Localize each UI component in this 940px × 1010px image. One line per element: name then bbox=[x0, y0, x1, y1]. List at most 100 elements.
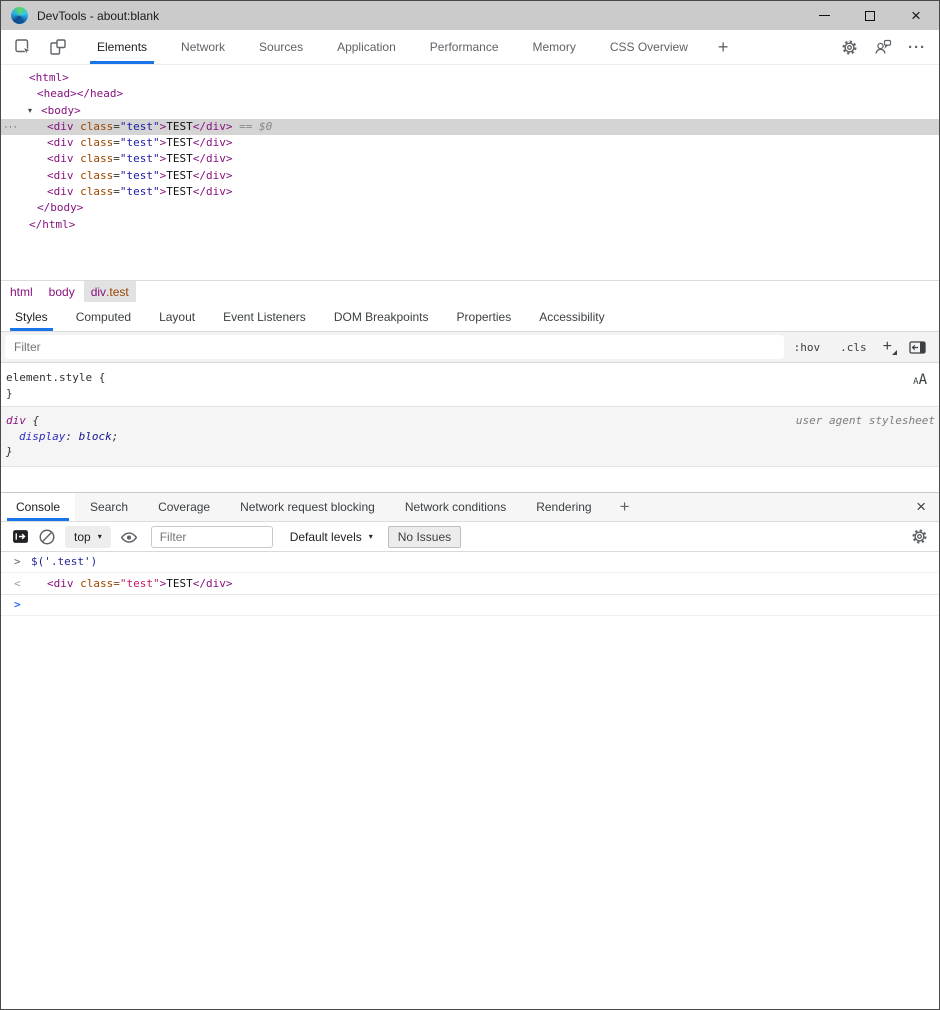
tree-node-div[interactable]: <div class="test">TEST</div> bbox=[1, 168, 939, 184]
console-input-row[interactable]: > bbox=[1, 595, 939, 616]
tab-network-request-blocking[interactable]: Network request blocking bbox=[225, 493, 390, 521]
code-token: { bbox=[92, 371, 105, 384]
inspect-element-icon[interactable] bbox=[14, 38, 32, 56]
tab-rendering[interactable]: Rendering bbox=[521, 493, 606, 521]
code-token: <div bbox=[47, 577, 80, 590]
console-sidebar-toggle-icon[interactable] bbox=[12, 528, 29, 545]
tree-node-html-open[interactable]: <html> bbox=[1, 70, 939, 86]
tree-node-div[interactable]: <div class="test">TEST</div> bbox=[1, 135, 939, 151]
font-icon-letter: A bbox=[919, 372, 927, 388]
console-filter-input[interactable] bbox=[151, 526, 273, 548]
tab-accessibility[interactable]: Accessibility bbox=[525, 302, 618, 331]
toggle-pseudo-classes-button[interactable]: :hov bbox=[794, 341, 821, 354]
code-token: <head></head> bbox=[37, 87, 123, 100]
tab-css-overview[interactable]: CSS Overview bbox=[593, 30, 705, 64]
log-levels-dropdown[interactable]: Default levels▾ bbox=[290, 530, 373, 544]
code-token: <div bbox=[47, 185, 80, 198]
result-element[interactable]: <div class="test">TEST</div> bbox=[47, 577, 233, 590]
console-toolbar: top▾ Default levels▾ No Issues bbox=[1, 522, 939, 552]
code-token: "test" bbox=[120, 169, 160, 182]
devtools-window: DevTools - about:blank × Elements Networ… bbox=[0, 0, 940, 1010]
tab-coverage[interactable]: Coverage bbox=[143, 493, 225, 521]
new-style-rule-button[interactable]: + bbox=[883, 339, 892, 355]
drawer-tabs: Console Search Coverage Network request … bbox=[1, 492, 939, 522]
panel-tabs: Elements Network Sources Application Per… bbox=[80, 30, 741, 64]
css-selector: div bbox=[6, 414, 26, 427]
tree-node-html-close[interactable]: </html> bbox=[1, 217, 939, 233]
code-token: class bbox=[80, 577, 113, 590]
tree-node-head[interactable]: <head></head> bbox=[1, 86, 939, 102]
font-editor-icon[interactable]: AA bbox=[913, 373, 927, 387]
settings-gear-icon[interactable] bbox=[841, 39, 858, 56]
code-token: { bbox=[26, 414, 39, 427]
tab-properties[interactable]: Properties bbox=[443, 302, 526, 331]
close-icon: × bbox=[911, 7, 921, 24]
tab-performance[interactable]: Performance bbox=[413, 30, 516, 64]
close-button[interactable]: × bbox=[893, 1, 939, 30]
tab-elements[interactable]: Elements bbox=[80, 30, 164, 64]
tree-node-div[interactable]: <div class="test">TEST</div> bbox=[1, 151, 939, 167]
console-settings-gear-icon[interactable] bbox=[911, 528, 928, 545]
tab-network-conditions[interactable]: Network conditions bbox=[390, 493, 521, 521]
toggle-computed-sidebar-icon[interactable] bbox=[909, 339, 927, 356]
minimize-button[interactable] bbox=[801, 1, 847, 30]
code-token: } bbox=[6, 387, 13, 400]
console-command-echo[interactable]: >$('.test') bbox=[1, 552, 939, 573]
execution-context-selector[interactable]: top▾ bbox=[65, 526, 111, 548]
tree-node-body-open[interactable]: ▾<body> bbox=[1, 103, 939, 119]
close-drawer-icon[interactable]: × bbox=[903, 493, 939, 521]
tree-node-div-selected[interactable]: ···<div class="test">TEST</div> == $0 bbox=[1, 119, 939, 135]
styles-pane-content: element.style { } AA user agent styleshe… bbox=[1, 363, 939, 492]
more-tabs-button[interactable]: + bbox=[705, 30, 742, 64]
more-drawer-tools-button[interactable]: + bbox=[607, 493, 643, 521]
tab-computed[interactable]: Computed bbox=[62, 302, 145, 331]
tab-console[interactable]: Console bbox=[1, 493, 75, 521]
code-token: class bbox=[80, 120, 113, 133]
levels-label: Default levels bbox=[290, 530, 362, 544]
node-options-icon[interactable]: ··· bbox=[4, 119, 18, 135]
maximize-button[interactable] bbox=[847, 1, 893, 30]
tab-memory[interactable]: Memory bbox=[516, 30, 593, 64]
tree-node-div[interactable]: <div class="test">TEST</div> bbox=[1, 184, 939, 200]
feedback-icon[interactable] bbox=[874, 38, 892, 56]
tab-styles[interactable]: Styles bbox=[1, 302, 62, 331]
element-style-rule[interactable]: element.style { } AA bbox=[1, 363, 939, 406]
tab-sources[interactable]: Sources bbox=[242, 30, 320, 64]
toggle-element-classes-button[interactable]: .cls bbox=[840, 341, 867, 354]
console-empty-area[interactable] bbox=[1, 616, 939, 1010]
code-token: = bbox=[113, 120, 120, 133]
code-token: TEST bbox=[166, 185, 193, 198]
css-value[interactable]: block bbox=[79, 430, 112, 443]
issues-counter-button[interactable]: No Issues bbox=[388, 526, 461, 548]
code-token: "test" bbox=[120, 185, 160, 198]
code-token: class bbox=[80, 152, 113, 165]
code-token: <div bbox=[47, 120, 80, 133]
live-expression-eye-icon[interactable] bbox=[120, 528, 138, 546]
breadcrumb-html[interactable]: html bbox=[3, 281, 40, 302]
css-property[interactable]: display bbox=[19, 430, 65, 443]
toolbar-left-icons bbox=[1, 30, 80, 64]
crumb-class: .test bbox=[106, 285, 129, 299]
tree-node-body-close[interactable]: </body> bbox=[1, 200, 939, 216]
clear-console-icon[interactable] bbox=[38, 528, 56, 546]
code-token: TEST bbox=[166, 120, 193, 133]
tab-layout[interactable]: Layout bbox=[145, 302, 209, 331]
expand-arrow-icon[interactable]: ▾ bbox=[28, 103, 41, 119]
tab-application[interactable]: Application bbox=[320, 30, 413, 64]
tab-search[interactable]: Search bbox=[75, 493, 143, 521]
css-selector: element.style bbox=[6, 371, 92, 384]
breadcrumb-body[interactable]: body bbox=[42, 281, 82, 302]
tab-event-listeners[interactable]: Event Listeners bbox=[209, 302, 320, 331]
more-menu-icon[interactable]: ··· bbox=[908, 40, 926, 55]
code-token: TEST bbox=[166, 577, 193, 590]
device-toolbar-icon[interactable] bbox=[49, 38, 67, 56]
styles-filter-input[interactable] bbox=[5, 335, 784, 359]
tab-network[interactable]: Network bbox=[164, 30, 242, 64]
code-token: TEST bbox=[166, 169, 193, 182]
breadcrumb-div-test[interactable]: div.test bbox=[84, 281, 136, 302]
code-token: </html> bbox=[29, 218, 75, 231]
user-agent-style-rule[interactable]: user agent stylesheet div { display: blo… bbox=[1, 406, 939, 467]
code-token: </div> bbox=[193, 120, 233, 133]
tab-dom-breakpoints[interactable]: DOM Breakpoints bbox=[320, 302, 443, 331]
console-result-row[interactable]: <<div class="test">TEST</div> bbox=[1, 573, 939, 596]
